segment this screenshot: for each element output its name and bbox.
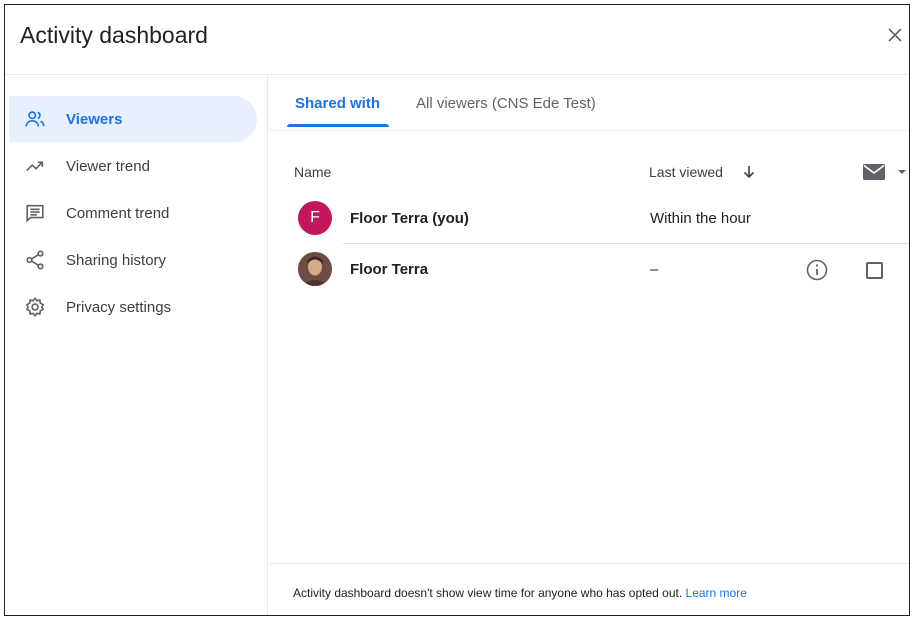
- tab-all-viewers[interactable]: All viewers (CNS Ede Test): [416, 95, 596, 112]
- caret-down-icon: [898, 170, 906, 174]
- trend-icon: [23, 154, 47, 178]
- column-header-last-viewed[interactable]: Last viewed: [649, 164, 723, 180]
- last-viewed-value: –: [650, 261, 659, 278]
- viewer-checkbox[interactable]: [866, 262, 883, 279]
- sidebar-item-label: Viewers: [66, 110, 123, 128]
- row-divider: [343, 243, 909, 244]
- sidebar-item-label: Viewer trend: [66, 157, 150, 175]
- avatar-photo: [298, 252, 332, 286]
- avatar: F: [298, 201, 332, 235]
- tab-bar: Shared with All viewers (CNS Ede Test): [269, 75, 909, 129]
- settings-icon: [23, 295, 47, 319]
- sidebar-item-label: Privacy settings: [66, 298, 172, 316]
- tab-shared-with[interactable]: Shared with: [295, 95, 380, 112]
- close-icon: [888, 28, 902, 42]
- viewer-name: Floor Terra (you): [350, 210, 469, 227]
- sidebar-item-label: Comment trend: [66, 204, 170, 222]
- footer-text: Activity dashboard doesn't show view tim…: [293, 586, 683, 600]
- sidebar-item-viewer-trend[interactable]: Viewer trend: [9, 143, 257, 189]
- arrow-down-icon[interactable]: [741, 164, 757, 180]
- mail-icon: [863, 164, 885, 180]
- learn-more-link[interactable]: Learn more: [686, 586, 747, 600]
- activity-dashboard-dialog: Activity dashboard Viewers Viewer trend …: [4, 4, 910, 616]
- viewers-icon: [23, 107, 47, 131]
- email-menu-button[interactable]: [863, 161, 910, 183]
- last-viewed-value: Within the hour: [650, 210, 751, 227]
- share-icon: [23, 248, 47, 272]
- viewer-name: Floor Terra: [350, 261, 429, 278]
- close-button[interactable]: [883, 23, 907, 47]
- active-tab-indicator: [287, 124, 389, 127]
- sidebar-item-privacy-settings[interactable]: Privacy settings: [9, 284, 257, 330]
- person-photo-icon: [298, 252, 332, 286]
- sidebar-item-sharing-history[interactable]: Sharing history: [9, 237, 257, 283]
- comment-icon: [23, 201, 47, 225]
- column-header-name[interactable]: Name: [294, 164, 331, 180]
- dialog-header: Activity dashboard: [5, 5, 909, 75]
- avatar-initial: F: [310, 209, 320, 226]
- sidebar: Viewers Viewer trend Comment trend Shari…: [5, 75, 268, 615]
- footer-note: Activity dashboard doesn't show view tim…: [293, 586, 747, 600]
- info-icon[interactable]: [805, 258, 829, 282]
- sidebar-item-viewers[interactable]: Viewers: [9, 96, 257, 142]
- sidebar-item-label: Sharing history: [66, 251, 167, 269]
- dialog-title: Activity dashboard: [20, 22, 208, 48]
- footer: Activity dashboard doesn't show view tim…: [269, 563, 909, 615]
- sidebar-item-comment-trend[interactable]: Comment trend: [9, 190, 257, 236]
- main-panel: Shared with All viewers (CNS Ede Test) N…: [269, 75, 910, 615]
